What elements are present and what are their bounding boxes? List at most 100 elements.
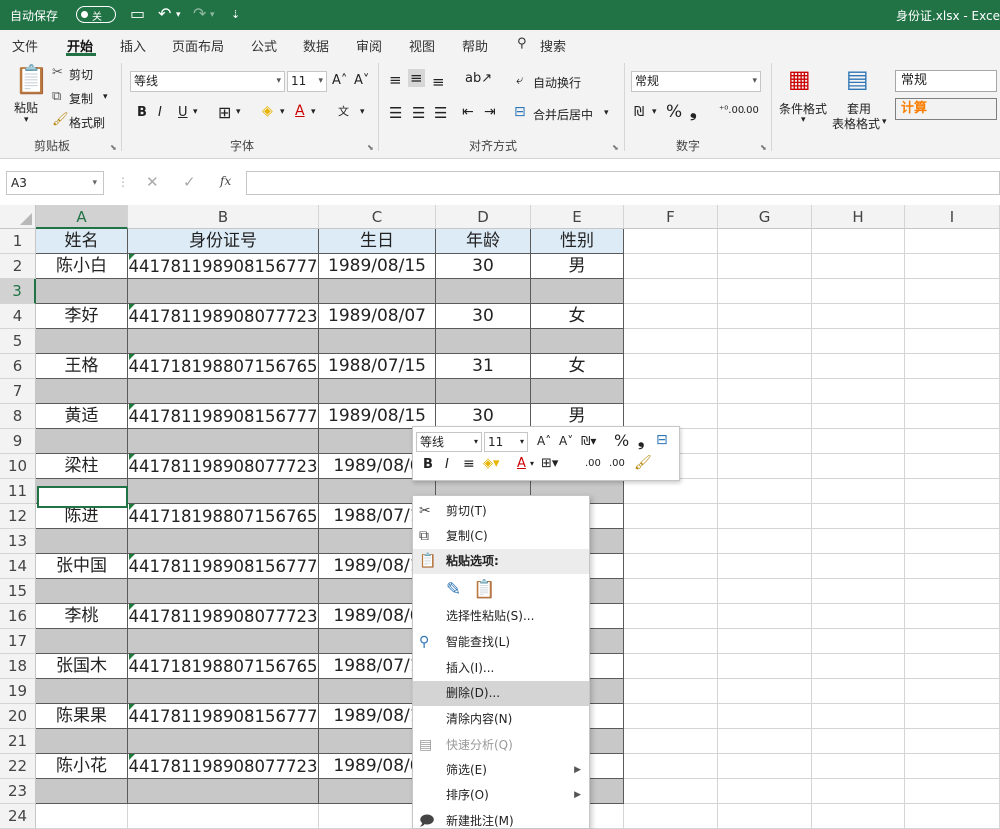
column-header-h[interactable]: H — [812, 205, 905, 229]
tab-file[interactable]: 文件 — [12, 36, 38, 55]
mini-font-combo[interactable]: 等线 ▾ — [416, 432, 482, 452]
cell-f5[interactable] — [624, 329, 718, 354]
cancel-icon[interactable]: ✕ — [146, 173, 159, 191]
cell-f3[interactable] — [624, 279, 718, 304]
autosave-toggle[interactable]: 关 — [76, 6, 116, 23]
border-icon[interactable]: ⊞ — [218, 103, 231, 122]
row-header-24[interactable]: 24 — [0, 804, 36, 829]
underline-dropdown-icon[interactable]: ▾ — [193, 107, 198, 117]
cell-a23[interactable] — [36, 779, 128, 804]
formula-input[interactable] — [246, 171, 1000, 195]
alignment-launcher-icon[interactable]: ⬊ — [612, 143, 619, 152]
menu-item-sort[interactable]: 排序(O) ▶ — [413, 783, 589, 808]
percent-icon[interactable]: % — [666, 102, 682, 122]
font-size-combo[interactable]: 11 ▾ — [287, 71, 327, 92]
cell-a9[interactable] — [36, 429, 128, 454]
paste-formatting-icon[interactable]: ✎ — [446, 577, 461, 602]
customize-quick-access-icon[interactable]: ⇣ — [231, 8, 240, 21]
conditional-format-dropdown-icon[interactable]: ▾ — [801, 115, 806, 125]
cell-h16[interactable] — [812, 604, 905, 629]
cell-i2[interactable] — [905, 254, 1000, 279]
cell-e6[interactable]: 女 — [531, 354, 624, 379]
cell-e4[interactable]: 女 — [531, 304, 624, 329]
cell-g3[interactable] — [718, 279, 812, 304]
cell-d7[interactable] — [436, 379, 531, 404]
cell-h7[interactable] — [812, 379, 905, 404]
row-header-12[interactable]: 12 — [0, 504, 36, 529]
row-header-9[interactable]: 9 — [0, 429, 36, 454]
cell-i23[interactable] — [905, 779, 1000, 804]
mini-merge-icon[interactable]: ⊟ — [656, 432, 668, 448]
save-icon[interactable]: ▭ — [130, 4, 145, 23]
align-bottom-icon[interactable]: ≡ — [432, 73, 445, 91]
cell-i4[interactable] — [905, 304, 1000, 329]
cell-f15[interactable] — [624, 579, 718, 604]
cell-i19[interactable] — [905, 679, 1000, 704]
cell-e3[interactable] — [531, 279, 624, 304]
cell-b7[interactable] — [128, 379, 319, 404]
cell-i15[interactable] — [905, 579, 1000, 604]
column-header-f[interactable]: F — [624, 205, 718, 229]
cell-h10[interactable] — [812, 454, 905, 479]
cell-b1[interactable]: 身份证号 — [128, 229, 319, 254]
cell-i13[interactable] — [905, 529, 1000, 554]
cell-b11[interactable] — [128, 479, 319, 504]
cell-e5[interactable] — [531, 329, 624, 354]
format-as-table-line2[interactable]: 表格格式 — [832, 115, 880, 132]
cell-i11[interactable] — [905, 479, 1000, 504]
menu-item-insert[interactable]: 插入(I)... — [413, 656, 589, 681]
cell-f7[interactable] — [624, 379, 718, 404]
cell-g6[interactable] — [718, 354, 812, 379]
cell-g7[interactable] — [718, 379, 812, 404]
cell-g8[interactable] — [718, 404, 812, 429]
undo-dropdown-icon[interactable]: ▾ — [176, 10, 181, 20]
tab-review[interactable]: 审阅 — [356, 36, 382, 55]
font-name-combo[interactable]: 等线 ▾ — [130, 71, 285, 92]
cell-f22[interactable] — [624, 754, 718, 779]
cell-d6[interactable]: 31 — [436, 354, 531, 379]
cell-f12[interactable] — [624, 504, 718, 529]
tab-formulas[interactable]: 公式 — [251, 36, 277, 55]
cell-h21[interactable] — [812, 729, 905, 754]
number-format-combo[interactable]: 常规 ▾ — [631, 71, 761, 92]
cell-f6[interactable] — [624, 354, 718, 379]
cell-a2[interactable]: 陈小白 — [36, 254, 128, 279]
row-header-20[interactable]: 20 — [0, 704, 36, 729]
cell-i22[interactable] — [905, 754, 1000, 779]
row-header-8[interactable]: 8 — [0, 404, 36, 429]
wrap-text-button[interactable]: 自动换行 — [533, 74, 581, 91]
cell-a22[interactable]: 陈小花 — [36, 754, 128, 779]
paste-values-icon[interactable]: 📋 — [473, 577, 495, 602]
orientation-icon[interactable]: ab↗ — [465, 71, 492, 86]
cell-d4[interactable]: 30 — [436, 304, 531, 329]
column-header-c[interactable]: C — [319, 205, 436, 229]
row-header-14[interactable]: 14 — [0, 554, 36, 579]
cell-h13[interactable] — [812, 529, 905, 554]
accounting-format-icon[interactable]: ₪ — [634, 105, 644, 120]
cell-g17[interactable] — [718, 629, 812, 654]
cell-g22[interactable] — [718, 754, 812, 779]
cell-a15[interactable] — [36, 579, 128, 604]
cell-i6[interactable] — [905, 354, 1000, 379]
cell-i1[interactable] — [905, 229, 1000, 254]
cell-i14[interactable] — [905, 554, 1000, 579]
cell-h15[interactable] — [812, 579, 905, 604]
cell-i8[interactable] — [905, 404, 1000, 429]
row-header-7[interactable]: 7 — [0, 379, 36, 404]
cell-a1[interactable]: 姓名 — [36, 229, 128, 254]
mini-decrease-decimal-icon[interactable]: .00 — [609, 458, 625, 469]
font-launcher-icon[interactable]: ⬊ — [367, 143, 374, 152]
cell-b6[interactable]: 441718198807156765 — [128, 354, 319, 379]
cell-a13[interactable] — [36, 529, 128, 554]
cell-i9[interactable] — [905, 429, 1000, 454]
row-header-19[interactable]: 19 — [0, 679, 36, 704]
paste-dropdown-icon[interactable]: ▾ — [24, 115, 29, 125]
cell-g21[interactable] — [718, 729, 812, 754]
cell-b16[interactable]: 441781198908077723 — [128, 604, 319, 629]
underline-icon[interactable]: U — [178, 105, 188, 120]
mini-increase-font-icon[interactable]: A˄ — [537, 434, 551, 448]
style-calculation[interactable]: 计算 — [895, 98, 997, 120]
cell-g1[interactable] — [718, 229, 812, 254]
cell-g13[interactable] — [718, 529, 812, 554]
cell-f24[interactable] — [624, 804, 718, 829]
